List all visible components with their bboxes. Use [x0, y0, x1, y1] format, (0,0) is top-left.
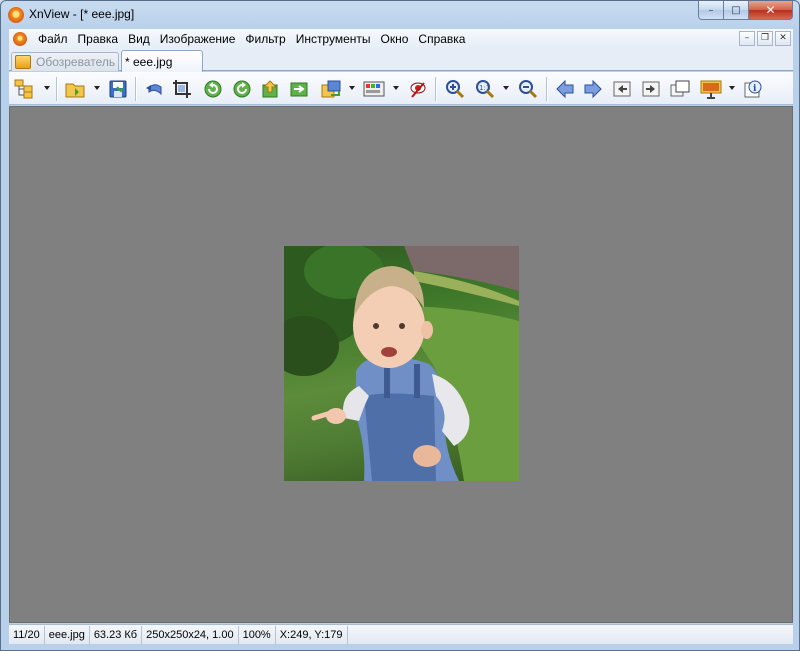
maximize-button[interactable]: □: [724, 1, 749, 20]
xnview-app-icon[interactable]: [8, 7, 24, 23]
previous-icon[interactable]: [554, 78, 576, 100]
menu-edit[interactable]: Правка: [73, 32, 124, 46]
photo-child-in-garden: [284, 246, 519, 481]
toolbar-separator: [56, 77, 57, 101]
status-zoom: 100%: [239, 625, 276, 644]
tab-eee-jpg[interactable]: * eee.jpg: [121, 50, 631, 425]
red-eye-icon[interactable]: [407, 78, 429, 100]
mdi-minimize-button[interactable]: –: [739, 31, 755, 46]
convert-icon[interactable]: [288, 78, 310, 100]
app-window: XnView - [* eee.jpg] – □ ✕ Файл Правка В…: [0, 0, 800, 651]
browser-dropdown-arrow[interactable]: [44, 86, 51, 92]
zoom-out-icon[interactable]: [517, 78, 539, 100]
tab-eee-jpg-label: * eee.jpg: [125, 54, 173, 69]
zoom-dropdown-arrow[interactable]: [503, 86, 510, 92]
status-filesize: 63.23 Кб: [90, 625, 143, 644]
menu-view[interactable]: Вид: [123, 32, 155, 46]
close-button[interactable]: ✕: [749, 1, 793, 20]
image-canvas[interactable]: [284, 246, 519, 481]
zoom-in-icon[interactable]: [444, 78, 466, 100]
toolbar-separator: [546, 77, 547, 101]
mdi-close-button[interactable]: ✕: [775, 31, 791, 46]
resize-dropdown-arrow[interactable]: [349, 86, 356, 92]
next-icon[interactable]: [582, 78, 604, 100]
status-bar: 11/20 eee.jpg 63.23 Кб 250x250x24, 1.00 …: [9, 624, 793, 644]
info-icon[interactable]: i: [742, 78, 764, 100]
image-viewer[interactable]: [9, 106, 793, 623]
slideshow-icon[interactable]: [700, 78, 722, 100]
status-image-index: 11/20: [9, 625, 45, 644]
menu-tools[interactable]: Инструменты: [291, 32, 376, 46]
resize-icon[interactable]: [320, 78, 342, 100]
menu-filter[interactable]: Фильтр: [240, 32, 290, 46]
first-icon[interactable]: [611, 78, 633, 100]
menu-file[interactable]: Файл: [33, 32, 73, 46]
menu-bar: Файл Правка Вид Изображение Фильтр Инстр…: [9, 29, 793, 49]
tab-browser-label: Обозреватель: [36, 55, 116, 69]
svg-text:i: i: [753, 84, 757, 94]
browser-tree-icon[interactable]: [13, 78, 35, 100]
zoom-fit-icon[interactable]: 1:1: [474, 78, 496, 100]
color-dropdown-arrow[interactable]: [393, 86, 400, 92]
menu-image[interactable]: Изображение: [155, 32, 241, 46]
tab-browser[interactable]: Обозреватель: [11, 52, 119, 71]
menu-window[interactable]: Окно: [376, 32, 414, 46]
crop-icon[interactable]: [171, 78, 193, 100]
toolbar-separator: [135, 77, 136, 101]
mdi-buttons: – ❐ ✕: [739, 31, 791, 46]
export-icon[interactable]: [260, 78, 282, 100]
toolbar-separator: [435, 77, 436, 101]
toolbar: 1:1 i: [9, 72, 793, 105]
undo-icon[interactable]: [143, 78, 165, 100]
open-folder-icon[interactable]: [64, 78, 86, 100]
fullscreen-icon[interactable]: [669, 78, 691, 100]
caption-buttons: – □ ✕: [698, 1, 793, 21]
minimize-button[interactable]: –: [698, 1, 724, 20]
open-dropdown-arrow[interactable]: [94, 86, 101, 92]
window-title: XnView - [* eee.jpg]: [29, 7, 135, 21]
status-dimensions: 250x250x24, 1.00: [142, 625, 239, 644]
status-cursor-position: X:249, Y:179: [276, 625, 348, 644]
rotate-left-icon[interactable]: [202, 78, 224, 100]
document-menu-icon[interactable]: [13, 32, 27, 46]
color-adjust-icon[interactable]: [363, 78, 385, 100]
title-bar[interactable]: XnView - [* eee.jpg] – □ ✕: [1, 1, 799, 29]
slideshow-dropdown-arrow[interactable]: [729, 86, 736, 92]
last-icon[interactable]: [640, 78, 662, 100]
rotate-right-icon[interactable]: [231, 78, 253, 100]
tab-strip: Обозреватель * eee.jpg: [9, 49, 793, 425]
status-filename: eee.jpg: [45, 625, 90, 644]
browser-icon: [15, 55, 31, 69]
mdi-restore-button[interactable]: ❐: [757, 31, 773, 46]
menu-help[interactable]: Справка: [413, 32, 470, 46]
save-icon[interactable]: [107, 78, 129, 100]
